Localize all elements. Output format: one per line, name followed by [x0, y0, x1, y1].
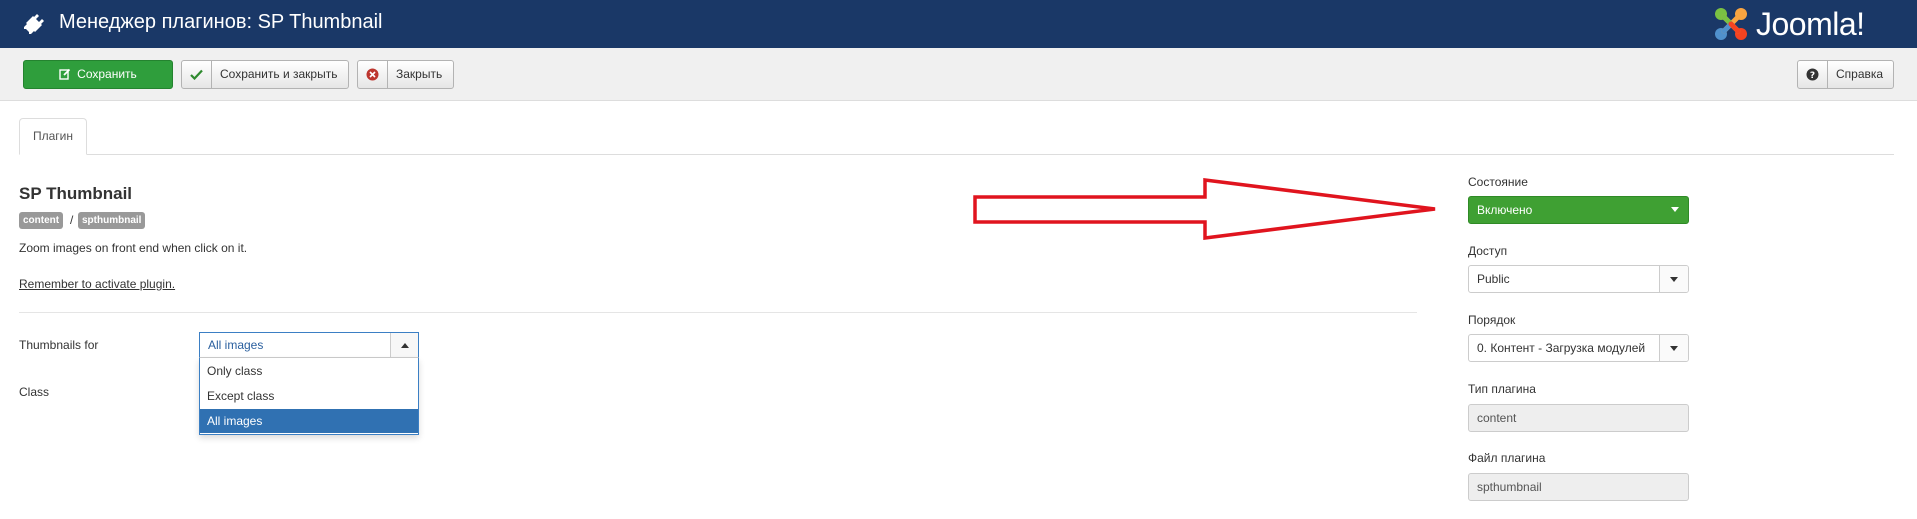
save-close-label: Сохранить и закрыть — [220, 67, 338, 81]
edit-icon — [59, 68, 71, 80]
chevron-down-icon — [1671, 207, 1679, 212]
help-button[interactable]: ? Справка — [1797, 60, 1894, 89]
option-all-images[interactable]: All images — [200, 409, 418, 433]
plugin-name: SP Thumbnail — [19, 184, 133, 203]
question-icon: ? — [1798, 61, 1828, 88]
thumbnails-for-select[interactable]: All images — [199, 332, 419, 358]
plug-icon — [24, 14, 44, 34]
access-label: Доступ — [1468, 244, 1508, 258]
ordering-select[interactable]: 0. Контент - Загрузка модулей — [1468, 334, 1689, 362]
close-label: Закрыть — [396, 67, 443, 81]
plugin-file-label: Файл плагина — [1468, 451, 1546, 465]
save-button[interactable]: Сохранить — [23, 60, 173, 89]
option-only-class[interactable]: Only class — [200, 359, 418, 383]
save-close-button[interactable]: Сохранить и закрыть — [181, 60, 349, 89]
check-icon — [182, 61, 212, 88]
plugin-type-value: content — [1477, 411, 1517, 425]
badge-separator: / — [70, 213, 74, 227]
reminder-text: Remember to activate plugin. — [19, 277, 176, 291]
header-bar: Менеджер плагинов: SP Thumbnail Joomla! — [0, 0, 1917, 48]
svg-text:?: ? — [1810, 71, 1815, 81]
ordering-label: Порядок — [1468, 313, 1516, 327]
tab-divider — [19, 154, 1894, 155]
save-button-label: Сохранить — [77, 67, 137, 81]
state-select[interactable]: Включено — [1468, 196, 1689, 224]
option-except-class[interactable]: Except class — [200, 384, 418, 408]
annotation-arrow — [973, 178, 1436, 240]
state-label: Состояние — [1468, 175, 1528, 189]
plugin-type-label: Тип плагина — [1468, 382, 1536, 396]
cancel-icon — [358, 61, 388, 88]
state-value: Включено — [1477, 203, 1533, 217]
close-button[interactable]: Закрыть — [357, 60, 454, 89]
page-title: Менеджер плагинов: SP Thumbnail — [59, 11, 383, 33]
plugin-file-value: spthumbnail — [1477, 480, 1542, 494]
joomla-logo[interactable]: Joomla! — [1712, 5, 1902, 43]
chevron-up-icon[interactable] — [390, 333, 418, 357]
thumbnails-for-dropdown: Only class Except class All images — [199, 358, 419, 435]
divider — [19, 312, 1417, 313]
chevron-down-icon — [1659, 266, 1688, 292]
access-value: Public — [1477, 272, 1510, 286]
joomla-logo-icon — [1715, 8, 1747, 40]
logo-text: Joomla! — [1756, 6, 1865, 42]
ordering-value: 0. Контент - Загрузка модулей — [1477, 341, 1646, 355]
plugin-description: Zoom images on front end when click on i… — [19, 241, 248, 255]
tab-plugin[interactable]: Плагин — [19, 118, 87, 155]
thumbnails-for-value: All images — [208, 338, 264, 352]
badge-folder: content — [19, 212, 64, 229]
thumbnails-for-label: Thumbnails for — [19, 338, 99, 352]
badge-element: spthumbnail — [78, 212, 146, 229]
help-label: Справка — [1836, 67, 1884, 81]
plugin-type-field: content — [1468, 404, 1689, 432]
chevron-down-icon — [1659, 335, 1688, 361]
class-label: Class — [19, 385, 50, 399]
access-select[interactable]: Public — [1468, 265, 1689, 293]
toolbar: Сохранить Сохранить и закрыть Закрыть ? … — [0, 48, 1917, 101]
plugin-file-field: spthumbnail — [1468, 473, 1689, 501]
